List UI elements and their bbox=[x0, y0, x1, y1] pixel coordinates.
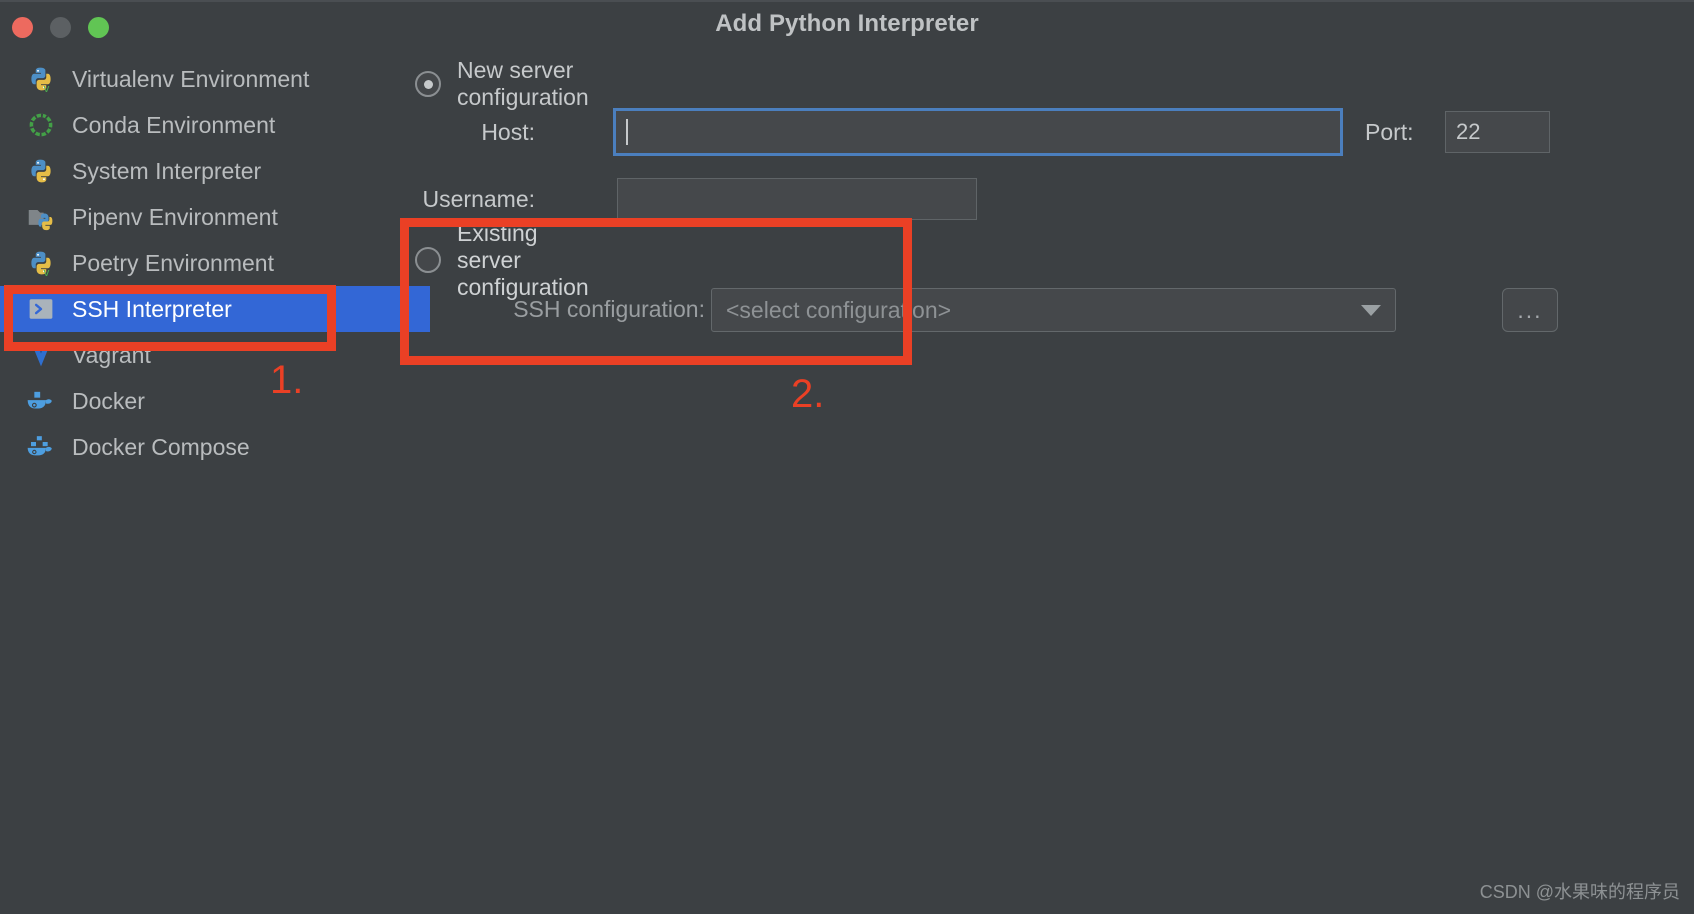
chevron-down-icon[interactable] bbox=[1361, 304, 1381, 316]
sidebar-item-docker-compose[interactable]: Docker Compose bbox=[0, 424, 430, 470]
vagrant-icon bbox=[26, 340, 56, 370]
radio-new-server-label: New server configuration bbox=[457, 57, 589, 110]
annotation-marker-2: 2. bbox=[791, 372, 825, 416]
docker-compose-icon bbox=[26, 432, 56, 462]
radio-existing-server-configuration[interactable]: Existing server configuration bbox=[415, 220, 589, 300]
ssh-terminal-icon bbox=[26, 294, 56, 324]
python-venv-icon: v bbox=[26, 64, 56, 94]
sidebar-item-ssh-interpreter[interactable]: SSH Interpreter bbox=[0, 286, 430, 332]
radio-icon-new-server[interactable] bbox=[415, 71, 441, 97]
sidebar-item-system-interpreter[interactable]: System Interpreter bbox=[0, 148, 430, 194]
svg-text:v: v bbox=[44, 267, 50, 277]
interpreter-type-list[interactable]: v Virtualenv Environment Conda Environme… bbox=[0, 56, 430, 486]
pipenv-icon bbox=[26, 202, 56, 232]
radio-new-server-configuration[interactable]: New server configuration bbox=[415, 57, 589, 110]
host-input[interactable] bbox=[613, 108, 1343, 156]
sidebar-item-label: Docker Compose bbox=[72, 433, 250, 460]
annotation-marker-1: 1. bbox=[270, 358, 304, 402]
ssh-configuration-select[interactable]: <select configuration> bbox=[711, 288, 1396, 332]
host-label: Host: bbox=[481, 119, 535, 145]
python-icon bbox=[26, 156, 56, 186]
sidebar-item-label: System Interpreter bbox=[72, 157, 262, 184]
conda-icon bbox=[26, 110, 56, 140]
poetry-icon: v bbox=[26, 248, 56, 278]
sidebar-item-docker[interactable]: Docker bbox=[0, 378, 430, 424]
sidebar-item-pipenv-environment[interactable]: Pipenv Environment bbox=[0, 194, 430, 240]
browse-button-label: ... bbox=[1517, 297, 1543, 323]
text-caret bbox=[626, 119, 628, 145]
username-input[interactable] bbox=[617, 178, 977, 220]
browse-ssh-configuration-button[interactable]: ... bbox=[1502, 288, 1558, 332]
radio-icon-existing-server[interactable] bbox=[415, 247, 441, 273]
sidebar-item-label: SSH Interpreter bbox=[72, 295, 232, 322]
sidebar-item-label: Virtualenv Environment bbox=[72, 65, 310, 92]
ssh-configuration-label: SSH configuration: bbox=[513, 296, 705, 322]
sidebar-item-poetry-environment[interactable]: v Poetry Environment bbox=[0, 240, 430, 286]
svg-text:v: v bbox=[44, 83, 50, 93]
sidebar-item-label: Poetry Environment bbox=[72, 249, 274, 276]
port-label: Port: bbox=[1365, 119, 1414, 145]
sidebar-item-label: Docker bbox=[72, 387, 145, 414]
sidebar-item-label: Conda Environment bbox=[72, 111, 276, 138]
dialog-add-python-interpreter: Add Python Interpreter v Virtualenv Envi… bbox=[0, 0, 1694, 914]
port-input-value: 22 bbox=[1456, 119, 1481, 144]
sidebar-item-label: Pipenv Environment bbox=[72, 203, 278, 230]
docker-icon bbox=[26, 386, 56, 416]
radio-existing-server-label: Existing server configuration bbox=[457, 219, 589, 300]
username-label: Username: bbox=[422, 186, 535, 212]
sidebar-item-vagrant[interactable]: Vagrant bbox=[0, 332, 430, 378]
watermark: CSDN @水果味的程序员 bbox=[1479, 882, 1680, 902]
window-titlebar: Add Python Interpreter bbox=[0, 0, 1694, 50]
sidebar-item-conda-environment[interactable]: Conda Environment bbox=[0, 102, 430, 148]
page-title: Add Python Interpreter bbox=[715, 10, 979, 37]
ssh-configuration-value: <select configuration> bbox=[726, 296, 952, 323]
sidebar-item-label: Vagrant bbox=[72, 341, 151, 368]
sidebar-item-virtualenv-environment[interactable]: v Virtualenv Environment bbox=[0, 56, 430, 102]
port-input[interactable]: 22 bbox=[1445, 111, 1550, 153]
